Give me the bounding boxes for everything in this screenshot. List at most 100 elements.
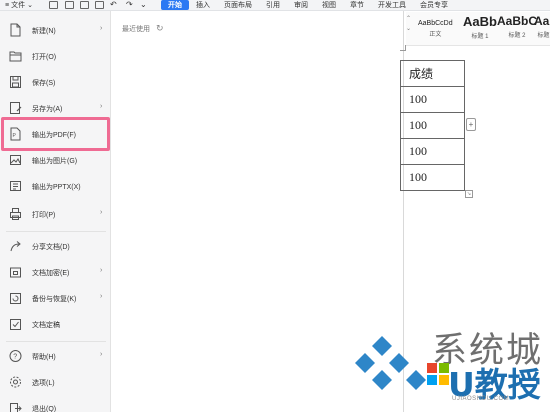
menu-item-export-image[interactable]: 输出为图片(G) (0, 149, 111, 171)
style-heading2-preview: AaBbC (497, 14, 538, 28)
preview-icon[interactable] (95, 1, 104, 9)
watermark-url: UJIAOSHOU.COM (452, 396, 510, 402)
tab-insert[interactable]: 插入 (189, 0, 217, 10)
menu-label-save: 保存(S) (32, 80, 56, 87)
style-normal-name: 正文 (429, 32, 442, 38)
file-menu-label: 文件 (11, 2, 26, 9)
tab-page-layout[interactable]: 页面布局 (217, 0, 259, 10)
table-header-cell[interactable]: 成绩 (400, 60, 465, 87)
svg-text:P: P (13, 133, 17, 139)
menu-item-encrypt[interactable]: 文档加密(E) › (0, 261, 111, 283)
tab-section[interactable]: 章节 (343, 0, 371, 10)
menu-label-save-as: 另存为(A) (32, 106, 63, 113)
menu-item-export-pdf[interactable]: P 输出为PDF(F) (0, 123, 111, 145)
menu-item-share[interactable]: 分享文档(D) (0, 235, 111, 257)
chevron-down-icon: ⌄ (27, 2, 33, 9)
menu-item-save[interactable]: 保存(S) (0, 71, 111, 93)
print-icon[interactable] (80, 1, 89, 9)
menu-label-finalize: 文档定稿 (32, 322, 60, 329)
chevron-right-icon: › (100, 267, 103, 274)
score-table: 成绩 100 100 100 100 (400, 60, 465, 191)
style-heading3[interactable]: AaB 标题 3 (534, 14, 550, 39)
new-icon[interactable] (49, 1, 58, 9)
table-cell[interactable]: 100 (400, 138, 465, 165)
export-pptx-icon (10, 181, 21, 191)
menu-item-help[interactable]: ? 帮助(H) › (0, 345, 111, 367)
style-heading1-name: 标题 1 (471, 34, 489, 40)
tab-member[interactable]: 会员专享 (413, 0, 455, 10)
scroll-down-icon[interactable]: ⌄ (406, 24, 413, 34)
tab-review[interactable]: 审阅 (287, 0, 315, 10)
chevron-right-icon: › (100, 293, 103, 300)
logo-diamonds-icon (355, 336, 426, 390)
chevron-right-icon: › (100, 25, 103, 32)
style-heading2[interactable]: AaBbC 标题 2 (497, 14, 537, 39)
menu-item-open[interactable]: 打开(O) (0, 45, 111, 67)
menu-item-exit[interactable]: 退出(Q) (0, 397, 111, 412)
ribbon-tabs: 开始 插入 页面布局 引用 审阅 视图 章节 开发工具 会员专享 (161, 0, 455, 10)
export-pdf-icon: P (10, 127, 21, 141)
table-row: 100 (400, 138, 465, 165)
page-corner-mark (400, 45, 406, 51)
menu-item-print[interactable]: 打印(P) › (0, 203, 111, 225)
chevron-right-icon: › (100, 351, 103, 358)
table-cell[interactable]: 100 (400, 112, 465, 139)
save-icon[interactable] (65, 1, 74, 9)
folder-open-icon (9, 51, 22, 62)
undo-icon[interactable]: ↶ (110, 0, 117, 9)
encrypt-icon (10, 267, 21, 278)
table-row: 100 (400, 112, 465, 139)
menu-item-save-as[interactable]: 另存为(A) › (0, 97, 111, 119)
menu-item-options[interactable]: 选项(L) (0, 371, 111, 393)
tab-developer[interactable]: 开发工具 (371, 0, 413, 10)
backup-icon (10, 293, 21, 304)
new-document-icon (10, 23, 21, 37)
add-row-button[interactable]: + (466, 118, 476, 131)
save-as-icon (10, 102, 22, 114)
file-menu-button[interactable]: ≡ 文件 ⌄ (2, 0, 36, 10)
tab-view[interactable]: 视图 (315, 0, 343, 10)
table-row: 100 (400, 164, 465, 191)
table-row: 100 (400, 86, 465, 113)
menu-item-finalize[interactable]: 文档定稿 (0, 313, 111, 335)
chevron-right-icon: › (100, 209, 103, 216)
menu-item-backup[interactable]: 备份与恢复(K) › (0, 287, 111, 309)
hamburger-icon: ≡ (5, 1, 10, 9)
style-heading3-preview: AaB (534, 14, 550, 28)
menu-item-new[interactable]: 新建(N) › (0, 19, 111, 41)
style-heading3-name: 标题 3 (537, 33, 550, 39)
recent-label: 最近使用 (122, 26, 150, 33)
table-row: 成绩 (400, 60, 465, 87)
scroll-up-icon[interactable]: ⌃ (406, 14, 413, 24)
gear-icon (10, 376, 21, 388)
menu-label-share: 分享文档(D) (32, 244, 70, 251)
more-icon[interactable]: ⌄ (140, 0, 147, 9)
share-icon (10, 241, 21, 252)
ribbon-bar: ≡ 文件 ⌄ ↶ ↷ ⌄ 开始 插入 页面布局 引用 审阅 视图 章节 开发工具… (0, 0, 550, 11)
save-icon (10, 76, 21, 88)
redo-icon[interactable]: ↷ (126, 0, 133, 9)
gallery-scroll[interactable]: ⌃ ⌄ (406, 14, 413, 44)
menu-item-export-pptx[interactable]: 输出为PPTX(X) (0, 175, 111, 197)
svg-text:?: ? (13, 354, 17, 361)
menu-divider (6, 231, 106, 232)
table-cell[interactable]: 100 (400, 164, 465, 191)
table-resize-handle[interactable]: ↘ (465, 190, 473, 198)
export-image-icon (10, 155, 21, 165)
windows-logo-icon (427, 363, 449, 385)
style-heading2-name: 标题 2 (508, 33, 526, 39)
menu-label-export-pptx: 输出为PPTX(X) (32, 184, 81, 191)
table-cell[interactable]: 100 (400, 86, 465, 113)
tab-home[interactable]: 开始 (161, 0, 189, 10)
finalize-icon (10, 319, 21, 330)
refresh-icon[interactable]: ↻ (156, 23, 164, 34)
menu-label-help: 帮助(H) (32, 354, 56, 361)
menu-label-options: 选项(L) (32, 380, 55, 387)
help-icon: ? (9, 350, 22, 362)
menu-label-export-pdf: 输出为PDF(F) (32, 132, 76, 139)
menu-label-export-image: 输出为图片(G) (32, 158, 78, 165)
menu-label-exit: 退出(Q) (32, 406, 57, 412)
tab-references[interactable]: 引用 (259, 0, 287, 10)
style-normal[interactable]: AaBbCcDd 正文 (418, 14, 453, 38)
style-heading1[interactable]: AaBb 标题 1 (463, 14, 497, 40)
